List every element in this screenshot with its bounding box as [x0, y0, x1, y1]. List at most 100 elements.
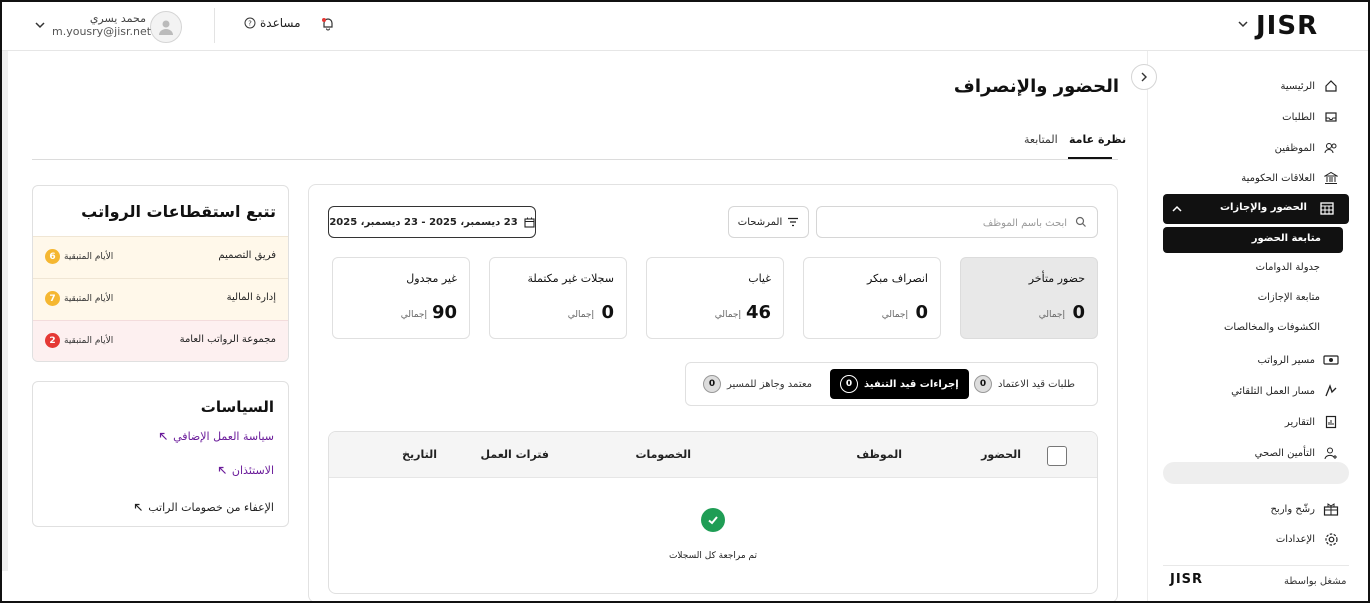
- days-badge: 7: [45, 291, 60, 306]
- stat-unit: إجمالي: [881, 310, 908, 320]
- help-button[interactable]: مساعدة ?: [244, 16, 301, 30]
- government-building-icon: [1322, 169, 1340, 187]
- stat-card-incomplete-records[interactable]: سجلات غير مكتملة 0 إجمالي: [489, 257, 627, 339]
- sidebar-item-label: الرئيسية: [1280, 80, 1315, 92]
- sidebar-item-employees[interactable]: الموظفين: [1275, 137, 1340, 159]
- sidebar-subitem-statements[interactable]: الكشوفات والمخالصات: [1224, 322, 1320, 333]
- sidebar-item-label: التأمين الصحي: [1254, 447, 1315, 459]
- stat-card-absence[interactable]: غياب 46 إجمالي: [646, 257, 784, 339]
- payroll-row[interactable]: مجموعة الرواتب العامة الأيام المتبقية 2: [33, 320, 288, 361]
- stat-card-late-arrival[interactable]: حضور متأخر 0 إجمالي: [960, 257, 1098, 339]
- segment-pending-approval[interactable]: طلبات قيد الاعتماد 0: [974, 369, 1075, 399]
- stat-title: انصراف مبكر: [866, 272, 928, 285]
- stat-value: 0: [1072, 302, 1085, 323]
- column-header-shifts[interactable]: فترات العمل: [481, 448, 550, 461]
- stat-unit: إجمالي: [567, 310, 594, 320]
- sidebar-item-label: مسار العمل التلقائي: [1231, 385, 1315, 397]
- attendance-table: الحضور الموظف الخصومات فترات العمل التار…: [328, 431, 1098, 594]
- external-arrow-icon: [218, 466, 227, 475]
- payroll-row[interactable]: إدارة المالية الأيام المتبقية 7: [33, 278, 288, 320]
- search-input[interactable]: [827, 213, 1067, 233]
- sidebar-item-payroll[interactable]: مسير الرواتب: [1257, 349, 1340, 371]
- policy-link-label: سياسة العمل الإضافي: [173, 430, 274, 443]
- user-info[interactable]: محمد يسري m.yousry@jisr.net: [52, 12, 151, 38]
- sidebar-item-label: الموظفين: [1274, 142, 1315, 154]
- sidebar-item-workflow[interactable]: مسار العمل التلقائي: [1231, 380, 1340, 402]
- avatar[interactable]: [150, 11, 182, 43]
- sidebar-item-home[interactable]: الرئيسية: [1281, 75, 1340, 97]
- date-range-picker[interactable]: 23 ديسمبر، 2025 - 23 ديسمبر، 2025: [328, 206, 536, 238]
- remaining-days-label: الأيام المتبقية: [64, 251, 114, 262]
- empty-state-message: تم مراجعة كل السجلات: [668, 551, 758, 561]
- settings-icon: [1322, 530, 1340, 548]
- policy-link-label: الإعفاء من خصومات الراتب: [148, 501, 274, 514]
- policy-link-overtime[interactable]: سياسة العمل الإضافي: [159, 430, 274, 443]
- sidebar-subitem-shift-scheduling[interactable]: جدولة الدوامات: [1256, 262, 1320, 273]
- tab-overview[interactable]: نظرة عامة: [1069, 133, 1126, 146]
- sidebar-item-settings[interactable]: الإعدادات: [1276, 528, 1340, 550]
- tab-followup[interactable]: المتابعة: [1024, 133, 1058, 146]
- user-name: محمد يسري: [89, 12, 146, 25]
- top-bar: JISR مساعدة ? محمد يسري m.yousry@jisr.ne…: [0, 0, 1370, 51]
- stat-title: غير مجدول: [406, 272, 457, 285]
- calendar-icon: [524, 217, 535, 228]
- sidebar-item-attendance[interactable]: الحضور والإجازات: [1163, 194, 1349, 224]
- count-badge: 0: [974, 375, 992, 393]
- chevron-up-icon: [1171, 203, 1183, 215]
- question-circle-icon: ?: [244, 17, 256, 29]
- count-badge: 0: [703, 375, 721, 393]
- inbox-icon: [1322, 108, 1340, 126]
- sidebar-item-health-insurance[interactable]: التأمين الصحي: [1255, 442, 1340, 464]
- column-header-attendance[interactable]: الحضور: [981, 448, 1021, 461]
- sidebar-item-refer-and-earn[interactable]: رشّح واربح: [1270, 498, 1340, 520]
- collapse-sidebar-button[interactable]: [1131, 64, 1157, 90]
- sidebar-item-label: التقارير: [1284, 416, 1315, 428]
- team-name: مجموعة الرواتب العامة: [179, 334, 276, 345]
- chevron-down-icon[interactable]: [1237, 18, 1249, 30]
- sidebar-scrollbar[interactable]: [1163, 462, 1349, 484]
- health-insurance-icon: [1322, 444, 1340, 462]
- user-menu-chevron-icon[interactable]: [34, 19, 46, 31]
- external-arrow-icon: [159, 432, 168, 441]
- stat-unit: إجمالي: [1038, 310, 1065, 320]
- notification-bell-icon[interactable]: [321, 17, 335, 31]
- filters-button[interactable]: المرشحات: [728, 206, 809, 238]
- stat-title: حضور متأخر: [1028, 272, 1085, 285]
- search-box[interactable]: [816, 206, 1098, 238]
- header-divider: [214, 8, 215, 43]
- sidebar-item-reports[interactable]: التقارير: [1285, 411, 1340, 433]
- stat-card-early-leave[interactable]: انصراف مبكر 0 إجمالي: [803, 257, 941, 339]
- policy-link-salary-exemption[interactable]: الإعفاء من خصومات الراتب: [134, 501, 274, 514]
- column-header-employee[interactable]: الموظف: [856, 448, 902, 461]
- users-icon: [1322, 139, 1340, 157]
- table-header: الحضور الموظف الخصومات فترات العمل التار…: [329, 432, 1097, 478]
- stat-unit: إجمالي: [714, 310, 741, 320]
- check-circle-icon: [701, 508, 725, 532]
- sidebar-item-government[interactable]: العلاقات الحكومية: [1241, 167, 1340, 189]
- payroll-deductions-card: تتبع استقطاعات الرواتب فريق التصميم الأي…: [32, 185, 289, 362]
- stat-card-unscheduled[interactable]: غير مجدول 90 إجمالي: [332, 257, 470, 339]
- policy-link-label: الاستئذان: [231, 464, 274, 477]
- sidebar-subitem-attendance-tracking[interactable]: متابعة الحضور: [1163, 227, 1343, 253]
- stat-title: سجلات غير مكتملة: [527, 272, 614, 285]
- payroll-card-title: تتبع استقطاعات الرواتب: [81, 202, 276, 221]
- column-header-date[interactable]: التاريخ: [402, 448, 437, 461]
- column-header-deductions[interactable]: الخصومات: [635, 448, 691, 461]
- segment-approved-ready[interactable]: معتمد وجاهز للمسير 0: [703, 369, 812, 399]
- report-icon: [1322, 413, 1340, 431]
- sidebar-item-label: مسير الرواتب: [1257, 354, 1315, 366]
- money-icon: [1322, 351, 1340, 369]
- stat-title: غياب: [748, 272, 771, 285]
- sidebar-item-requests[interactable]: الطلبات: [1282, 106, 1340, 128]
- policy-link-permission[interactable]: الاستئذان: [218, 464, 274, 477]
- select-all-checkbox[interactable]: [1047, 446, 1067, 466]
- jisr-logo[interactable]: JISR: [1256, 11, 1318, 41]
- segment-in-progress[interactable]: إجراءات قيد التنفيذ 0: [830, 369, 969, 399]
- days-badge: 2: [45, 333, 60, 348]
- sidebar-subitem-leave-tracking[interactable]: متابعة الإجازات: [1258, 292, 1320, 303]
- payroll-row[interactable]: فريق التصميم الأيام المتبقية 6: [33, 236, 288, 278]
- home-icon: [1322, 77, 1340, 95]
- stat-value: 90: [431, 302, 457, 323]
- date-range-label: 23 ديسمبر، 2025 - 23 ديسمبر، 2025: [329, 216, 518, 228]
- remaining-days: الأيام المتبقية 2: [45, 333, 113, 348]
